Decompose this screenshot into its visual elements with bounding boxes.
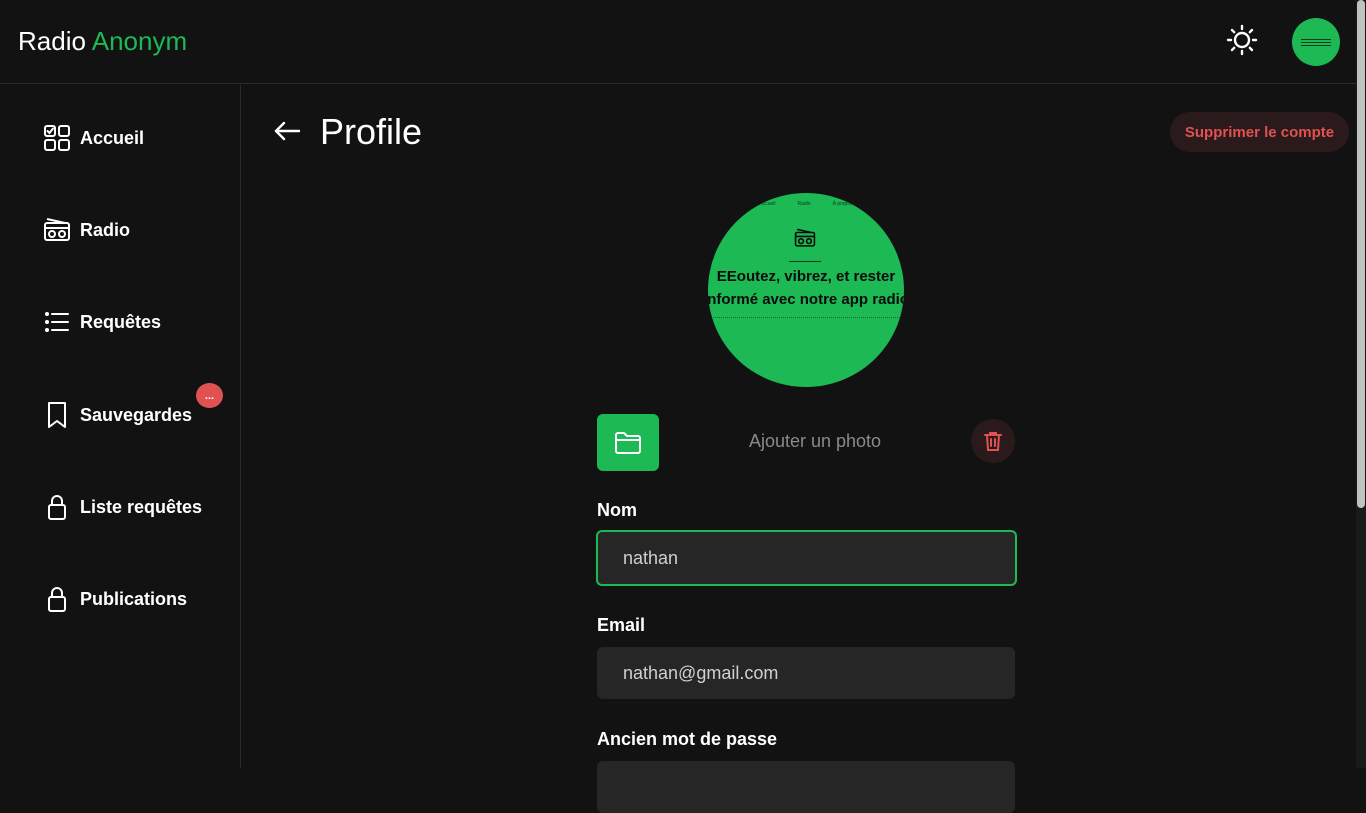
photo-hero-line: informé avec notre app radio: [708, 291, 904, 308]
email-input[interactable]: [597, 647, 1015, 699]
photo-tiny-text: [708, 317, 904, 319]
choose-photo-button[interactable]: [597, 414, 659, 471]
sidebar-item-sauvegardes[interactable]: Sauvegardes: [42, 397, 192, 433]
sidebar-item-radio[interactable]: Radio: [42, 212, 130, 248]
old-password-input[interactable]: [597, 761, 1015, 813]
photo-hero-line: EEoutez, vibrez, et rester: [716, 268, 896, 285]
old-password-label: Ancien mot de passe: [597, 729, 778, 749]
sidebar-item-publications[interactable]: Publications: [42, 581, 187, 617]
sidebar-item-requetes[interactable]: Requêtes: [42, 304, 161, 340]
name-input[interactable]: [596, 530, 1017, 586]
app-brand[interactable]: Radio Anonym: [18, 26, 187, 56]
sun-icon: [1226, 24, 1258, 56]
avatar-detail: [1301, 38, 1331, 40]
email-label: Email: [597, 615, 646, 635]
sidebar-item-label: Publications: [80, 588, 188, 609]
folder-icon: [615, 431, 641, 454]
add-photo-label: Ajouter un photo: [748, 431, 882, 451]
user-avatar[interactable]: [1292, 18, 1340, 66]
avatar-detail: [1301, 41, 1331, 43]
photo-divider: [789, 261, 821, 262]
photo-top-links: Accueil Radio À propos: [708, 201, 904, 207]
name-label: Nom: [597, 500, 637, 520]
sidebar-item-label: Sauvegardes: [80, 404, 193, 425]
photo-link: Radio: [797, 201, 811, 207]
page-title: Profile: [320, 111, 423, 152]
sidebar-item-accueil[interactable]: Accueil: [42, 120, 144, 156]
bookmark-icon: [42, 400, 72, 430]
sidebar: Accueil Radio Requêtes Sauvegardes Liste…: [0, 85, 241, 768]
photo-link: Accueil: [759, 201, 776, 207]
photo-hero-text: EEoutez, vibrez, et rester informé avec …: [708, 265, 904, 311]
theme-toggle-button[interactable]: [1222, 20, 1262, 60]
sidebar-item-label: Accueil: [80, 127, 145, 148]
sidebar-item-liste-requetes[interactable]: Liste requêtes: [42, 489, 202, 525]
sidebar-item-label: Radio: [80, 219, 131, 240]
avatar-detail: [1301, 44, 1331, 46]
lock-icon: [42, 492, 72, 522]
photo-link: À propos: [832, 201, 853, 207]
back-button[interactable]: [270, 114, 304, 148]
top-header: Radio Anonym: [0, 0, 1356, 84]
sidebar-item-label: Requêtes: [80, 311, 162, 332]
delete-account-button[interactable]: Supprimer le compte: [1170, 112, 1349, 152]
sidebar-item-label: Liste requêtes: [80, 496, 203, 517]
lock-icon: [42, 584, 72, 614]
arrow-left-icon: [274, 121, 301, 141]
trash-icon: [984, 432, 1002, 451]
list-icon: [42, 307, 72, 337]
scrollbar-thumb[interactable]: [1357, 0, 1365, 508]
brand-name-first: Radio: [18, 26, 86, 56]
radio-icon: [794, 228, 816, 247]
dashboard-icon: [42, 123, 72, 153]
notification-badge: ...: [196, 383, 223, 408]
delete-photo-button[interactable]: [971, 419, 1015, 463]
radio-icon: [42, 215, 72, 245]
brand-name-second: Anonym: [91, 26, 188, 56]
profile-photo: Accueil Radio À propos EEoutez, vibrez, …: [708, 193, 904, 387]
